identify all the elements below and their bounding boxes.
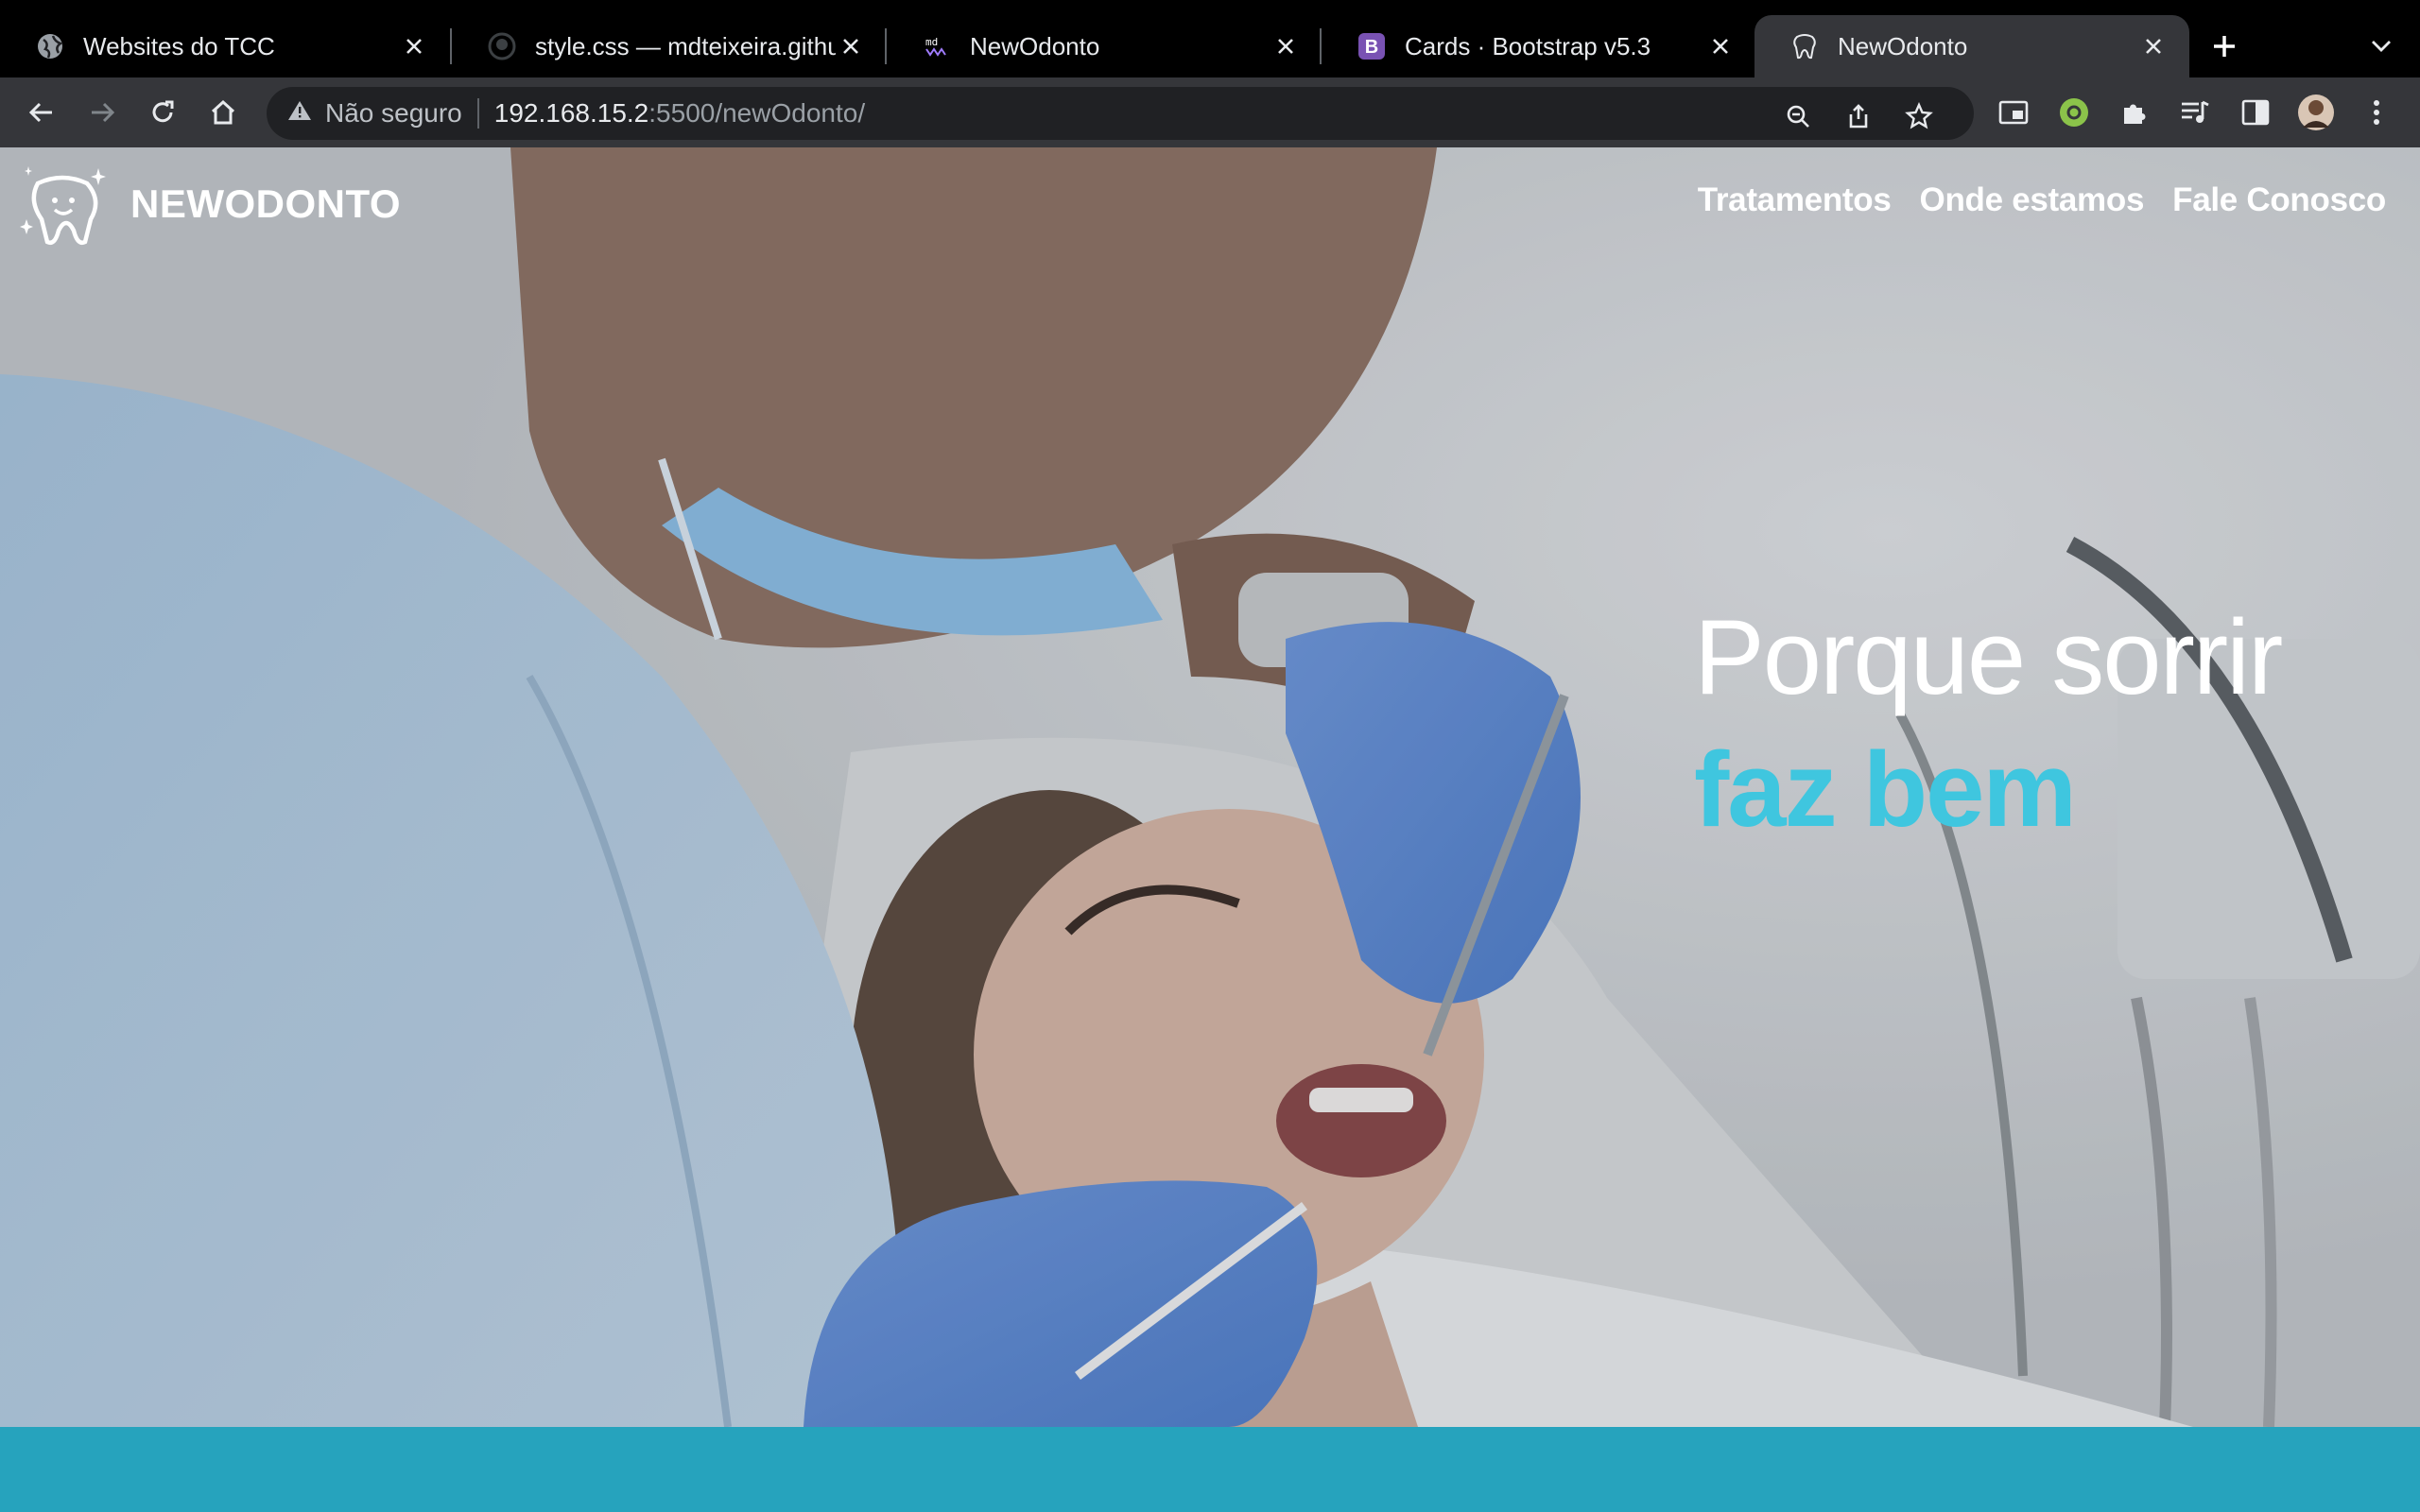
share-icon[interactable]	[1840, 97, 1877, 135]
brand[interactable]: NEWODONTO	[19, 163, 401, 246]
tooth-logo-icon	[20, 166, 106, 245]
url-path: :5500/newOdonto/	[648, 98, 866, 128]
extensions-puzzle-icon[interactable]	[2112, 90, 2157, 135]
media-control-icon[interactable]	[2172, 90, 2218, 135]
nav-link-tratamentos[interactable]: Tratamentos	[1698, 181, 1892, 219]
zoom-icon[interactable]	[1779, 97, 1817, 135]
tab-websites-do-tcc[interactable]: Websites do TCC	[0, 15, 450, 77]
bootstrap-icon: B	[1357, 32, 1386, 60]
close-icon[interactable]	[1270, 31, 1301, 61]
close-icon[interactable]	[2138, 31, 2169, 61]
new-tab-button[interactable]	[2203, 25, 2246, 68]
profile-avatar[interactable]	[2293, 90, 2339, 135]
menu-kebab-icon[interactable]	[2354, 90, 2399, 135]
tab-title: Websites do TCC	[83, 31, 275, 60]
tab-strip: Websites do TCC style.css — mdteixeira.g…	[0, 0, 2420, 77]
tab-search-button[interactable]	[2360, 25, 2403, 68]
hero-headline: Porque sorrir faz bem	[1694, 592, 2283, 856]
tab-title: Cards · Bootstrap v5.3	[1405, 31, 1651, 60]
url-host: 192.168.15.2	[493, 98, 649, 128]
github-icon	[488, 32, 516, 60]
tab-newodonto-active[interactable]: NewOdonto	[1754, 15, 2189, 77]
address-bar[interactable]: Não seguro 192.168.15.2:5500/newOdonto/	[267, 87, 1974, 140]
nav-link-fale-conosco[interactable]: Fale Conosco	[2172, 181, 2386, 219]
svg-text:md: md	[925, 36, 938, 48]
tab-newodonto-md[interactable]: md NewOdonto	[887, 15, 1322, 77]
side-panel-icon[interactable]	[2233, 90, 2278, 135]
tab-title: style.css — mdteixeira.github	[535, 31, 836, 60]
svg-text:B: B	[1365, 37, 1378, 58]
security-label[interactable]: Não seguro	[325, 98, 462, 129]
extension-green-icon[interactable]	[2051, 90, 2097, 135]
picture-in-picture-icon[interactable]	[1991, 90, 2036, 135]
close-icon[interactable]	[399, 31, 429, 61]
browser-toolbar: Não seguro 192.168.15.2:5500/newOdonto/	[0, 77, 2420, 147]
page-viewport: NEWODONTO Tratamentos Onde estamos Fale …	[0, 147, 2420, 1512]
tab-title: NewOdonto	[1838, 31, 1968, 60]
brand-name: NEWODONTO	[130, 181, 402, 226]
reload-button[interactable]	[140, 90, 185, 135]
headline-line2: faz bem	[1694, 730, 2077, 849]
md-icon: md	[923, 32, 951, 60]
tab-cards-bootstrap[interactable]: B Cards · Bootstrap v5.3	[1322, 15, 1756, 77]
nav-link-onde-estamos[interactable]: Onde estamos	[1920, 181, 2145, 219]
close-icon[interactable]	[836, 31, 866, 61]
home-button[interactable]	[200, 90, 246, 135]
forward-button[interactable]	[79, 90, 125, 135]
tab-style-css[interactable]: style.css — mdteixeira.github	[452, 15, 887, 77]
teal-section-band	[0, 1427, 2420, 1512]
tab-title: NewOdonto	[970, 31, 1100, 60]
bookmark-star-icon[interactable]	[1900, 97, 1938, 135]
headline-line1: Porque sorrir	[1694, 598, 2283, 716]
omnibox-divider	[476, 98, 479, 129]
hero-section: NEWODONTO Tratamentos Onde estamos Fale …	[0, 147, 2420, 1427]
back-button[interactable]	[19, 90, 64, 135]
warning-icon[interactable]	[287, 98, 312, 129]
tooth-icon	[1790, 32, 1819, 60]
globe-icon	[36, 32, 64, 60]
main-nav: Tratamentos Onde estamos Fale Conosco	[1698, 181, 2387, 219]
close-icon[interactable]	[1705, 31, 1736, 61]
